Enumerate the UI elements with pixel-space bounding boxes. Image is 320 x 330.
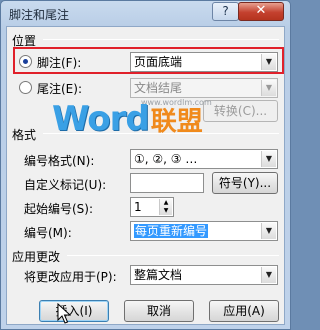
dialog-title: 脚注和尾注 xyxy=(9,8,70,22)
section-divider xyxy=(43,39,279,40)
section-title-format: 格式 xyxy=(12,128,37,142)
start-at-stepper[interactable]: 1 ▲ ▼ xyxy=(130,197,174,217)
numbering-value: 每页重新编号 xyxy=(134,224,209,238)
footnote-label: 脚注(F): xyxy=(37,56,82,70)
endnote-location-value: 文档结尾 xyxy=(134,81,183,95)
chevron-down-icon: ▼ xyxy=(261,54,276,70)
footnote-location-select[interactable]: 页面底端 ▼ xyxy=(130,52,278,72)
custom-mark-input[interactable] xyxy=(130,173,204,193)
apply-to-label: 将更改应用于(P): xyxy=(24,270,117,284)
help-button[interactable]: ? xyxy=(212,2,239,21)
section-title-position: 位置 xyxy=(12,34,37,48)
endnote-radio[interactable] xyxy=(19,81,32,94)
start-at-label: 起始编号(S): xyxy=(24,202,94,216)
dialog-window: 脚注和尾注 ? ✕ 位置 脚注(F): 页面底端 ▼ 尾注(E): 文档结尾 ▼… xyxy=(0,0,291,330)
number-format-select[interactable]: ①, ②, ③ … ▼ xyxy=(130,149,278,169)
endnote-location-select[interactable]: 文档结尾 ▼ xyxy=(130,78,278,98)
custom-mark-label: 自定义标记(U): xyxy=(24,178,107,192)
apply-to-select[interactable]: 整篇文档 ▼ xyxy=(130,265,278,285)
section-divider xyxy=(67,255,279,256)
footnote-location-value: 页面底端 xyxy=(134,55,183,69)
chevron-down-icon: ▼ xyxy=(261,267,276,283)
close-button[interactable]: ✕ xyxy=(238,2,284,21)
footnote-radio[interactable] xyxy=(19,55,32,68)
dialog-body: 位置 脚注(F): 页面底端 ▼ 尾注(E): 文档结尾 ▼ 转换(C)... … xyxy=(6,26,285,325)
watermark-logo: Word联盟 xyxy=(52,99,203,139)
chevron-down-icon: ▼ xyxy=(261,151,276,167)
insert-button[interactable]: 插入(I) xyxy=(39,300,109,322)
chevron-down-icon: ▼ xyxy=(261,80,276,96)
apply-button[interactable]: 应用(A) xyxy=(209,300,279,322)
numbering-select[interactable]: 每页重新编号 ▼ xyxy=(130,221,278,241)
number-format-label: 编号格式(N): xyxy=(24,154,95,168)
numbering-label: 编号(M): xyxy=(24,226,72,240)
cancel-button[interactable]: 取消 xyxy=(124,300,194,322)
spin-arrows-icon[interactable]: ▲ ▼ xyxy=(159,199,172,215)
apply-to-value: 整篇文档 xyxy=(134,268,183,282)
symbol-button[interactable]: 符号(Y)... xyxy=(212,172,278,194)
chevron-down-icon: ▼ xyxy=(261,223,276,239)
number-format-value: ①, ②, ③ … xyxy=(134,152,198,166)
section-title-apply: 应用更改 xyxy=(12,250,61,264)
convert-button[interactable]: 转换(C)... xyxy=(203,100,278,122)
start-at-value: 1 xyxy=(134,200,142,214)
endnote-label: 尾注(E): xyxy=(37,82,82,96)
mouse-cursor-icon xyxy=(57,303,71,324)
watermark-brand-word: Word xyxy=(52,99,150,139)
watermark-brand-cn: 联盟 xyxy=(150,107,203,137)
